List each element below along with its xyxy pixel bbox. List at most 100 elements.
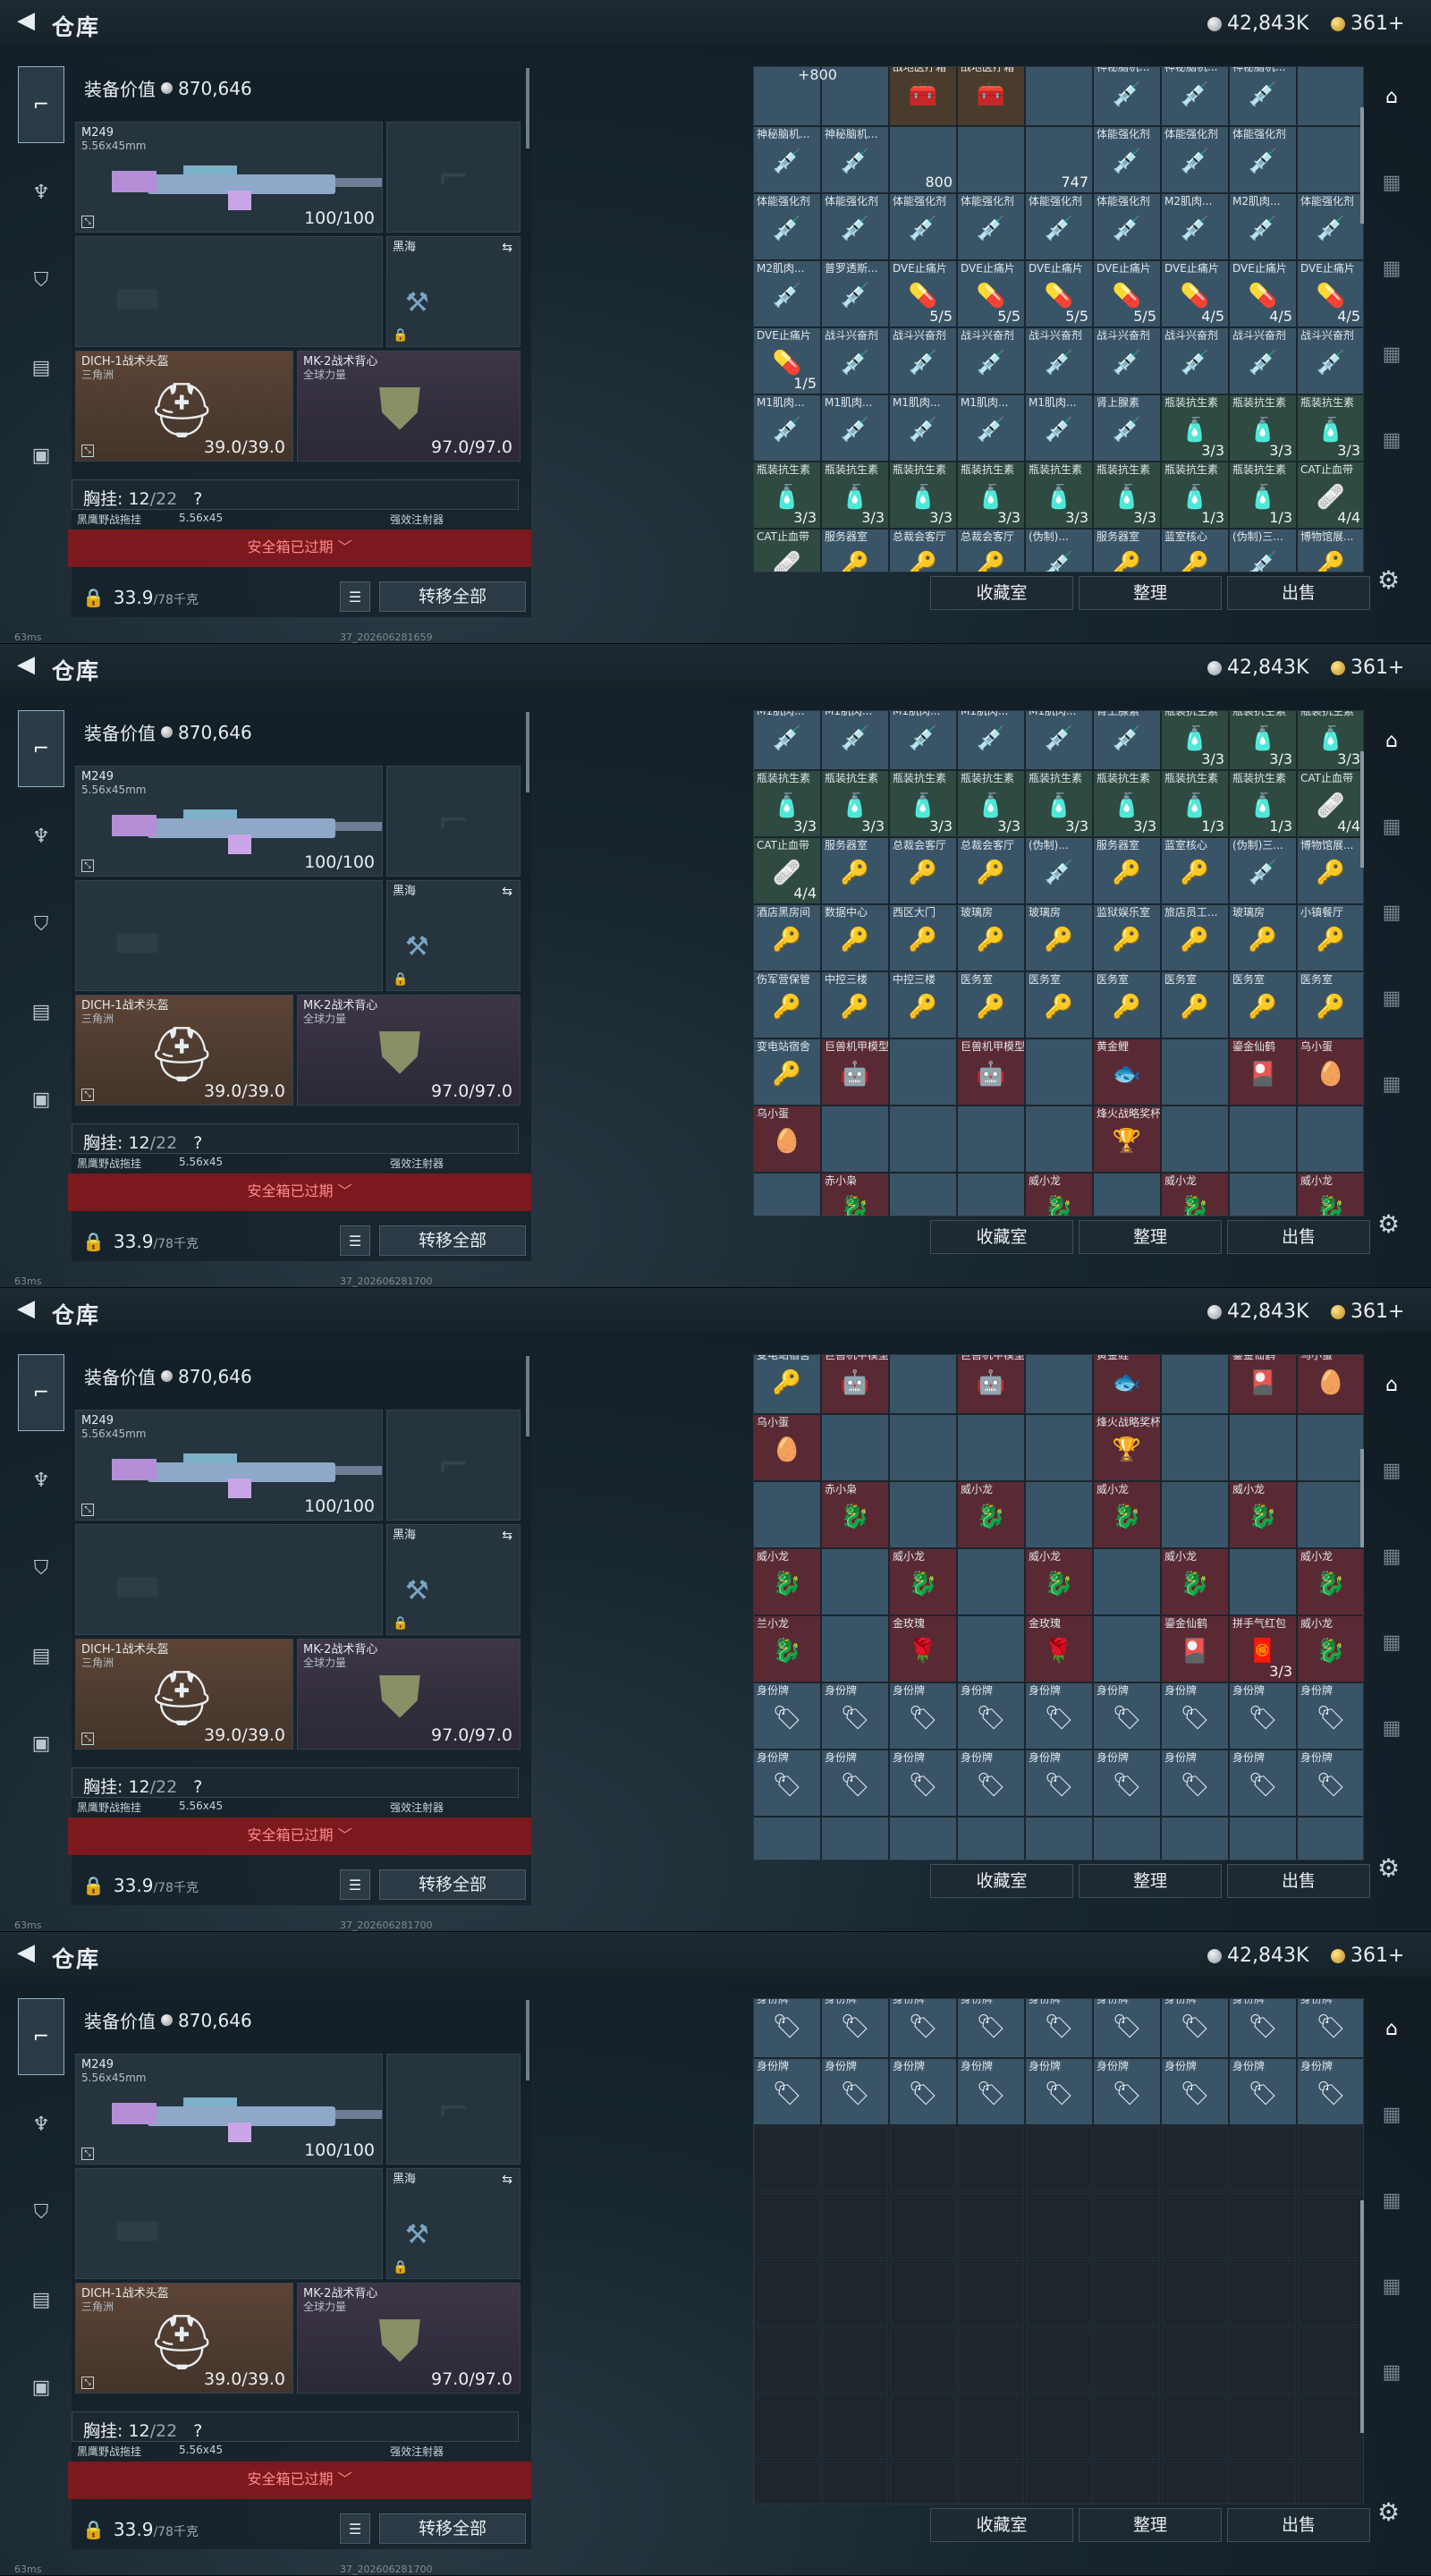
- item-cell[interactable]: [958, 1415, 1024, 1480]
- item-cell[interactable]: 肾上腺素 💉: [1094, 711, 1160, 769]
- item-cell[interactable]: [1162, 1039, 1228, 1105]
- item-cell[interactable]: 蓝室核心 🔑: [1162, 838, 1228, 903]
- item-cell[interactable]: 瓶装抗生素 🧴 1/3: [1230, 771, 1296, 836]
- item-cell[interactable]: 中控三楼 🔑: [890, 972, 956, 1038]
- help-icon[interactable]: ?: [193, 2421, 202, 2441]
- item-cell[interactable]: 身份牌 🏷: [1298, 1683, 1363, 1749]
- empty-cell[interactable]: [1026, 2260, 1092, 2326]
- customize-icon[interactable]: ⤡: [81, 860, 94, 872]
- empty-cell[interactable]: [1298, 2327, 1363, 2393]
- item-cell[interactable]: 博物馆展... 🔑: [1298, 838, 1363, 903]
- item-cell[interactable]: [1026, 67, 1092, 125]
- item-cell[interactable]: 身份牌 🏷: [1230, 1683, 1296, 1749]
- item-cell[interactable]: 身份牌 🏷: [1230, 2059, 1296, 2124]
- item-cell[interactable]: 玻璃房 🔑: [1230, 905, 1296, 970]
- item-cell[interactable]: M1肌肉... 💉: [890, 711, 956, 769]
- secondary-weapon-slot[interactable]: ▬: [75, 1524, 383, 1635]
- item-cell[interactable]: [958, 1549, 1024, 1614]
- empty-cell[interactable]: [890, 2260, 956, 2326]
- item-cell[interactable]: M1肌肉... 💉: [1026, 711, 1092, 769]
- item-cell[interactable]: 变电站宿舍 🔑: [754, 1039, 820, 1105]
- item-cell[interactable]: 战地医疗箱 🧰: [958, 67, 1024, 125]
- item-cell[interactable]: DVE止痛片 💊 5/5: [1094, 261, 1160, 326]
- item-cell[interactable]: 西区大门 🔑: [890, 905, 956, 970]
- item-cell[interactable]: 玻璃房 🔑: [1026, 905, 1092, 970]
- item-cell[interactable]: (伪制)三... 💉: [1230, 838, 1296, 903]
- item-cell[interactable]: 身份牌 🏷: [1298, 1750, 1363, 1816]
- tab-3[interactable]: ▦: [1372, 2267, 1411, 2306]
- item-cell[interactable]: 旅店员工... 🔑: [1162, 905, 1228, 970]
- empty-cell[interactable]: [1162, 2327, 1228, 2393]
- empty-cell[interactable]: [1162, 2260, 1228, 2326]
- item-cell[interactable]: 瓶装抗生素 🧴 3/3: [822, 462, 888, 528]
- item-cell[interactable]: 身份牌 🏷: [1162, 1683, 1228, 1749]
- sort-button[interactable]: 整理: [1079, 1864, 1222, 1898]
- item-cell[interactable]: 战斗兴奋剂 💉: [1162, 328, 1228, 394]
- item-cell[interactable]: 鎏金仙鹤 🎴: [1230, 1355, 1296, 1413]
- warehouse-scrollbar[interactable]: [1360, 751, 1364, 868]
- item-cell[interactable]: DVE止痛片 💊 1/5: [754, 328, 820, 394]
- tab-4[interactable]: ▦: [1372, 1708, 1411, 1748]
- helmet-slot[interactable]: DICH-1战术头盔 三角洲 ⛑ 39.0/39.0 ⤡: [75, 351, 293, 462]
- item-cell[interactable]: 瓶装抗生素 🧴 3/3: [890, 462, 956, 528]
- item-cell[interactable]: 神秘脑机... 💉: [822, 127, 888, 192]
- empty-cell[interactable]: [822, 2260, 888, 2326]
- tab-4[interactable]: ▦: [1372, 1064, 1411, 1104]
- item-cell[interactable]: [1026, 1355, 1092, 1413]
- item-cell[interactable]: 小镇餐厅 🔑: [1298, 905, 1363, 970]
- melee-slot[interactable]: 黑海 ⇆ ⚒ 🔒: [386, 1524, 521, 1635]
- item-cell[interactable]: [1026, 1818, 1092, 1860]
- item-cell[interactable]: [1230, 1415, 1296, 1480]
- item-cell[interactable]: 身份牌 🏷: [1230, 1999, 1296, 2057]
- item-cell[interactable]: 黄金鲤 🐟: [1094, 1355, 1160, 1413]
- pistol-slot[interactable]: ⌐: [386, 122, 521, 233]
- safebox-expired-banner[interactable]: 安全箱已过期 ﹀: [68, 1818, 531, 1855]
- item-cell[interactable]: [1298, 1415, 1363, 1480]
- tab-outfit[interactable]: ♆: [18, 154, 64, 231]
- customize-icon[interactable]: ⤡: [81, 1089, 94, 1101]
- item-cell[interactable]: 战斗兴奋剂 💉: [890, 328, 956, 394]
- item-cell[interactable]: [1162, 1415, 1228, 1480]
- item-cell[interactable]: 医务室 🔑: [1162, 972, 1228, 1038]
- collection-room-button[interactable]: 收藏室: [930, 2508, 1073, 2542]
- empty-cell[interactable]: [958, 2260, 1024, 2326]
- item-cell[interactable]: 身份牌 🏷: [890, 1999, 956, 2057]
- item-cell[interactable]: 体能强化剂 💉: [1230, 127, 1296, 192]
- tab-bag[interactable]: ▣: [18, 2349, 64, 2426]
- tab-weapon[interactable]: ⌐: [18, 66, 64, 143]
- item-cell[interactable]: 体能强化剂 💉: [958, 194, 1024, 259]
- customize-icon[interactable]: ⤡: [81, 1733, 94, 1745]
- tab-2[interactable]: ▦: [1372, 1537, 1411, 1576]
- tab-rig[interactable]: ▤: [18, 1617, 64, 1694]
- item-cell[interactable]: 瓶装抗生素 🧴 1/3: [1162, 462, 1228, 528]
- item-cell[interactable]: 巨兽机甲模型 🤖: [822, 1039, 888, 1105]
- primary-weapon-slot[interactable]: M249 5.56x45mm 100/100 ⤡: [75, 122, 383, 233]
- item-cell[interactable]: CAT止血带 🩹 4/4: [1298, 771, 1363, 836]
- safebox-expired-banner[interactable]: 安全箱已过期 ﹀: [68, 2462, 531, 2499]
- item-cell[interactable]: 身份牌 🏷: [1026, 2059, 1092, 2124]
- item-cell[interactable]: M1肌肉... 💉: [822, 711, 888, 769]
- item-cell[interactable]: CAT止血带 🩹 4/4: [754, 838, 820, 903]
- tab-outfit[interactable]: ♆: [18, 1442, 64, 1519]
- item-cell[interactable]: (伪制)三... 💉: [1230, 530, 1296, 572]
- primary-weapon-slot[interactable]: M249 5.56x45mm 100/100 ⤡: [75, 1410, 383, 1521]
- item-cell[interactable]: 总裁会客厅 🔑: [890, 838, 956, 903]
- tab-armor[interactable]: ⛉: [18, 886, 64, 962]
- loadout-scrollbar[interactable]: [526, 712, 529, 792]
- empty-cell[interactable]: [958, 2193, 1024, 2258]
- gear-icon[interactable]: ⚙: [1377, 2497, 1400, 2527]
- item-cell[interactable]: 身份牌 🏷: [822, 1750, 888, 1816]
- warehouse-scrollbar[interactable]: [1360, 107, 1364, 224]
- tab-weapon[interactable]: ⌐: [18, 1354, 64, 1431]
- item-cell[interactable]: 身份牌 🏷: [1094, 1683, 1160, 1749]
- tab-outfit[interactable]: ♆: [18, 798, 64, 875]
- item-cell[interactable]: 瓶装抗生素 🧴 3/3: [1298, 395, 1363, 461]
- item-cell[interactable]: 黄金鲤 🐟: [1094, 1039, 1160, 1105]
- item-cell[interactable]: 身份牌 🏷: [1094, 2059, 1160, 2124]
- empty-cell[interactable]: [1230, 2193, 1296, 2258]
- empty-cell[interactable]: [958, 2394, 1024, 2460]
- item-cell[interactable]: [822, 1549, 888, 1614]
- empty-cell[interactable]: [822, 2394, 888, 2460]
- item-cell[interactable]: 服务器室 🔑: [822, 838, 888, 903]
- sort-button[interactable]: 整理: [1079, 1220, 1222, 1254]
